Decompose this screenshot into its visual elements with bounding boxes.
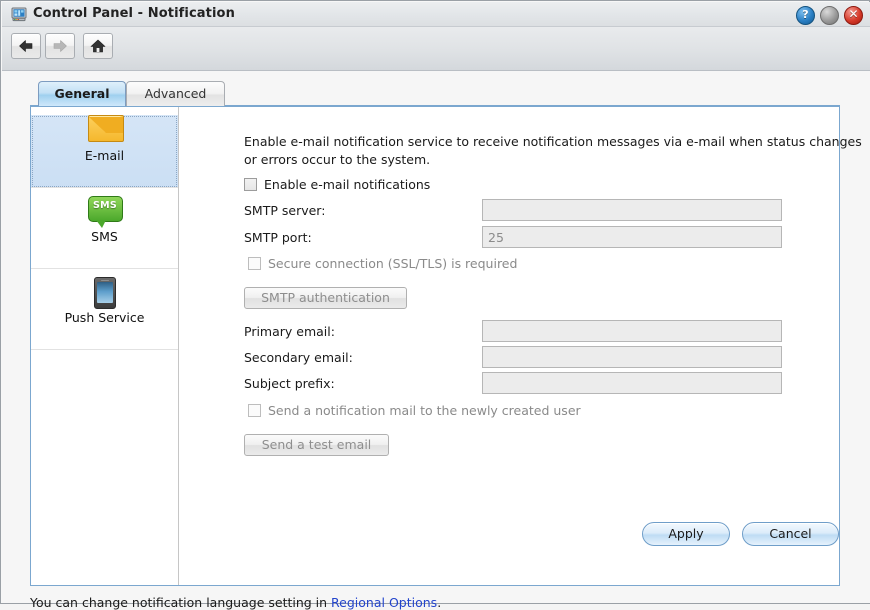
sidebar-item-push-service[interactable]: Push Service — [31, 277, 178, 350]
smtp-port-label: SMTP port: — [244, 230, 312, 245]
help-icon: ? — [802, 8, 809, 21]
tab-general[interactable]: General — [38, 81, 126, 106]
enable-email-notifications-label: Enable e-mail notifications — [264, 177, 431, 192]
control-panel-window: Control Panel - Notification ? ✕ General… — [0, 0, 870, 610]
notify-new-user-row[interactable]: Send a notification mail to the newly cr… — [248, 403, 581, 423]
primary-email-input[interactable] — [482, 320, 782, 342]
home-button[interactable] — [83, 33, 113, 59]
sidebar-item-email-label: E-mail — [84, 148, 125, 163]
back-button[interactable] — [11, 33, 41, 59]
smtp-port-input[interactable]: 25 — [482, 226, 782, 248]
sidebar-item-email[interactable]: E-mail — [31, 115, 178, 188]
settings-panel: E-mail SMS SMS Push Service Enable e-mai… — [30, 105, 862, 586]
envelope-icon — [87, 115, 124, 145]
footer-text-after: . — [437, 595, 442, 610]
regional-options-link[interactable]: Regional Options — [331, 595, 437, 610]
window-body: General Advanced E-mail SMS SMS Push Ser… — [2, 71, 870, 610]
navigation-toolbar — [2, 27, 870, 71]
close-button[interactable]: ✕ — [844, 6, 863, 25]
enable-email-notifications-row[interactable]: Enable e-mail notifications — [244, 177, 430, 197]
secondary-email-label: Secondary email: — [244, 350, 353, 365]
notify-new-user-checkbox[interactable] — [248, 404, 261, 417]
smtp-server-label: SMTP server: — [244, 203, 326, 218]
notify-new-user-label: Send a notification mail to the newly cr… — [268, 403, 581, 418]
secure-connection-label: Secure connection (SSL/TLS) is required — [268, 256, 518, 271]
mobile-phone-icon — [88, 277, 122, 309]
sms-badge-label: SMS — [92, 200, 118, 211]
email-settings-content: Enable e-mail notification service to re… — [180, 107, 862, 585]
footer-text-before: You can change notification language set… — [30, 595, 332, 610]
close-icon: ✕ — [848, 7, 859, 21]
help-button[interactable]: ? — [796, 6, 815, 25]
intro-text: Enable e-mail notification service to re… — [244, 134, 862, 167]
smtp-authentication-button[interactable]: SMTP authentication — [244, 287, 407, 309]
minimize-icon — [821, 7, 838, 24]
send-test-email-button[interactable]: Send a test email — [244, 434, 389, 456]
sidebar-item-sms-label: SMS — [91, 229, 118, 244]
window-title: Control Panel - Notification — [33, 6, 235, 21]
window-controls: ? ✕ — [796, 6, 863, 25]
title-bar: Control Panel - Notification ? ✕ — [2, 2, 870, 27]
secondary-email-input[interactable] — [482, 346, 782, 368]
cancel-button[interactable]: Cancel — [742, 522, 839, 546]
secure-connection-row[interactable]: Secure connection (SSL/TLS) is required — [248, 256, 517, 276]
apply-button[interactable]: Apply — [642, 522, 730, 546]
minimize-button[interactable] — [820, 6, 839, 25]
sidebar-item-push-service-label: Push Service — [64, 310, 145, 325]
enable-email-notifications-checkbox[interactable] — [244, 178, 257, 191]
sms-bubble-icon: SMS — [87, 196, 123, 228]
control-panel-icon — [11, 7, 27, 22]
tab-advanced[interactable]: Advanced — [126, 81, 225, 106]
footer-note: You can change notification language set… — [30, 595, 840, 610]
subject-prefix-label: Subject prefix: — [244, 376, 335, 391]
notification-sidebar: E-mail SMS SMS Push Service — [31, 107, 179, 585]
secure-connection-checkbox[interactable] — [248, 257, 261, 270]
sidebar-item-sms[interactable]: SMS SMS — [31, 196, 178, 269]
subject-prefix-input[interactable] — [482, 372, 782, 394]
forward-button[interactable] — [45, 33, 75, 59]
smtp-server-input[interactable] — [482, 199, 782, 221]
primary-email-label: Primary email: — [244, 324, 335, 339]
